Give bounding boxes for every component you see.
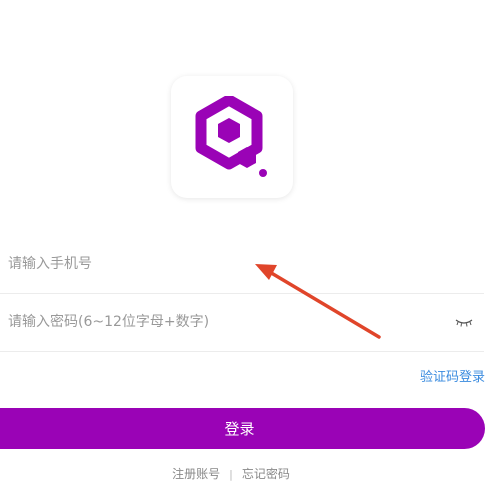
password-input[interactable] (8, 294, 438, 350)
sms-code-login-link[interactable]: 验证码登录 (420, 366, 485, 385)
footer-separator: | (229, 468, 233, 481)
app-logo (171, 76, 293, 198)
login-page: 验证码登录 登录 注册账号 | 忘记密码 (0, 0, 495, 495)
forgot-password-link[interactable]: 忘记密码 (242, 467, 290, 481)
password-field (0, 294, 484, 352)
register-link[interactable]: 注册账号 (172, 467, 220, 481)
phone-field (0, 236, 484, 294)
eye-closed-icon[interactable] (454, 314, 474, 330)
login-button[interactable]: 登录 (0, 408, 485, 449)
hexagon-q-logo-icon (195, 96, 267, 177)
footer-links: 注册账号 | 忘记密码 (0, 465, 462, 482)
phone-input[interactable] (8, 236, 438, 292)
